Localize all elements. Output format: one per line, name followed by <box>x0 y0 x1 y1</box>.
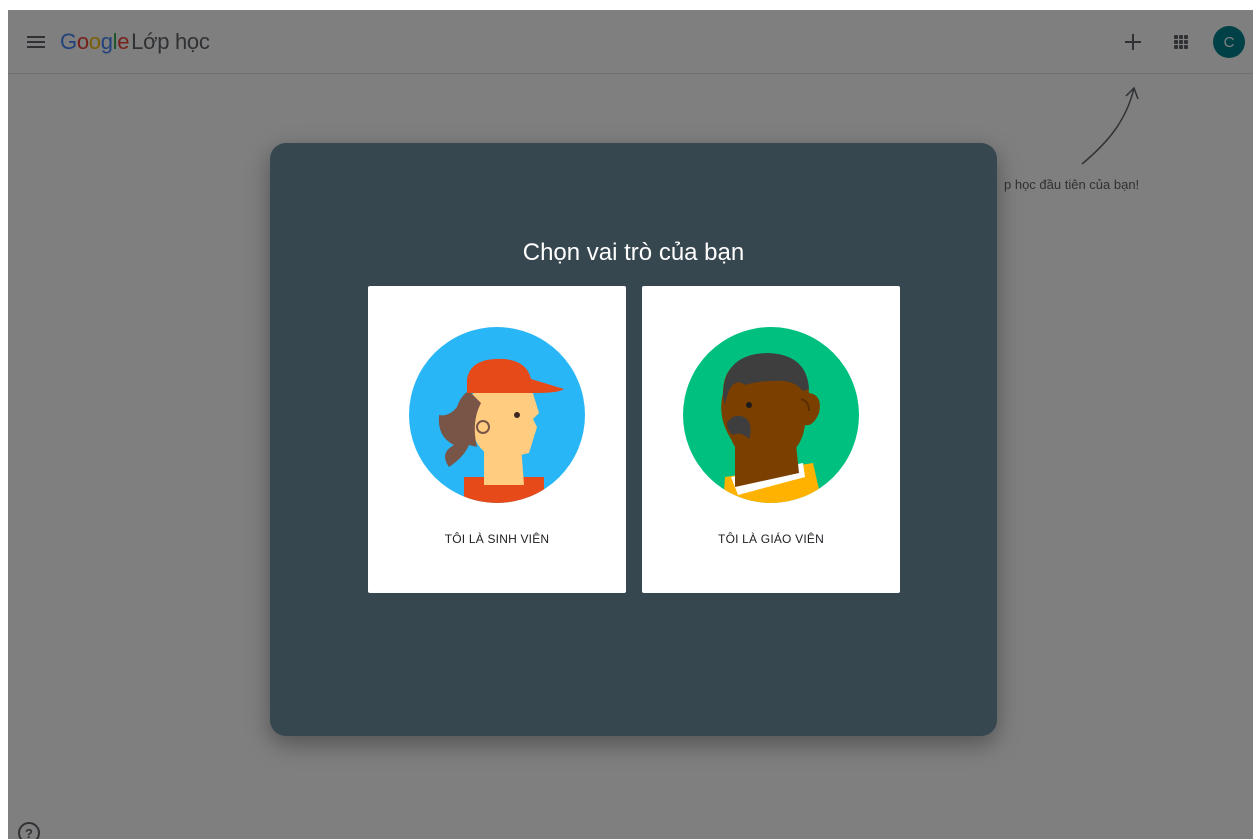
student-role-card[interactable]: TÔI LÀ SINH VIÊN <box>368 286 626 593</box>
dialog-title: Chọn vai trò của bạn <box>522 239 745 266</box>
student-illustration-icon <box>409 327 585 503</box>
role-selection-dialog: Chọn vai trò của bạn TÔI LÀ SINH VIÊN TÔ… <box>270 143 997 736</box>
teacher-role-card[interactable]: TÔI LÀ GIÁO VIÊN <box>642 286 900 593</box>
teacher-role-label: TÔI LÀ GIÁO VIÊN <box>718 532 824 546</box>
student-role-label: TÔI LÀ SINH VIÊN <box>444 532 550 546</box>
teacher-illustration-icon <box>683 327 859 503</box>
classroom-app: Google Lớp học C p học đầu tiên của bạn!… <box>8 10 1253 839</box>
